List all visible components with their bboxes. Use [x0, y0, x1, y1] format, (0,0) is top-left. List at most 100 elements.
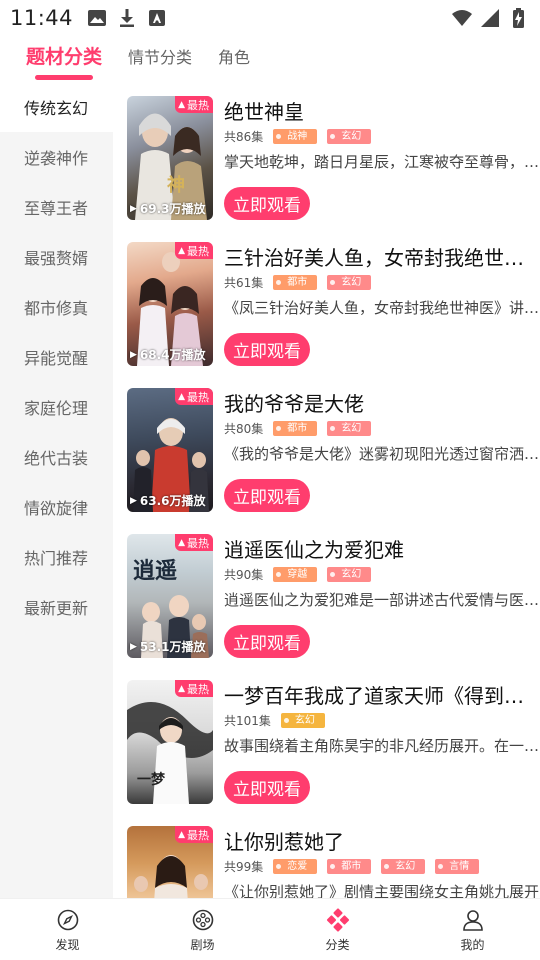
- sidebar-item-superpower-awakening[interactable]: 异能觉醒: [0, 332, 113, 382]
- play-count-label: 53.1万播放: [139, 640, 206, 654]
- drama-poster[interactable]: ▲ 最热 ▶ 63.6万播放: [127, 388, 213, 512]
- nav-category[interactable]: 分类: [270, 899, 405, 960]
- tab-plot-category[interactable]: 情节分类: [128, 36, 192, 82]
- drama-card[interactable]: ▲ 最热 让你别惹她了 共99集 恋爱 都市 玄幻 言情 《让你别惹她了》剧情主要…: [127, 826, 540, 898]
- hot-badge-label: 最热: [187, 390, 209, 404]
- watch-now-button[interactable]: 立即观看: [224, 625, 310, 658]
- genre-tag: 玄幻: [327, 420, 372, 436]
- nav-label: 我的: [460, 937, 485, 952]
- hot-badge-label: 最热: [187, 682, 209, 696]
- status-bar: 11:44: [0, 0, 540, 36]
- hot-badge: ▲ 最热: [175, 680, 213, 697]
- genre-tag: 玄幻: [327, 566, 372, 582]
- drama-card[interactable]: 逍遥 ▲ 最热 ▶ 53.1万播放 逍遥医仙之为爱犯难 共90集 穿越 玄幻 逍遥医…: [127, 534, 540, 660]
- flame-icon: ▲: [178, 391, 185, 402]
- play-count-label: 68.4万播放: [139, 348, 206, 362]
- drama-poster[interactable]: ▲ 最热: [127, 826, 213, 898]
- sidebar-item-latest-updates[interactable]: 最新更新: [0, 582, 113, 632]
- episode-count: 共80集: [224, 421, 264, 436]
- category-icon: [325, 907, 351, 933]
- drama-poster[interactable]: 一梦 ▲ 最热: [127, 680, 213, 804]
- flame-icon: ▲: [178, 829, 185, 840]
- genre-tag: 言情: [435, 858, 480, 874]
- bottom-nav: 发现 剧场 分类 我的: [0, 898, 540, 960]
- genre-sidebar: 传统玄幻 逆袭神作 至尊王者 最强赘婿 都市修真 异能觉醒 家庭伦理 绝代古装 …: [0, 82, 113, 898]
- drama-card[interactable]: ▲ 最热 ▶ 63.6万播放 我的爷爷是大佬 共80集 都市 玄幻 《我的爷爷是大佬…: [127, 388, 540, 514]
- signal-icon: [480, 8, 500, 28]
- poster-image: 一梦: [127, 680, 213, 804]
- drama-meta: 共90集 穿越 玄幻: [224, 565, 372, 583]
- nav-label: 剧场: [190, 937, 215, 952]
- play-count-label: 63.6万播放: [139, 494, 206, 508]
- status-notification-icons: [87, 8, 167, 28]
- flame-icon: ▲: [178, 245, 185, 256]
- play-icon: ▶: [130, 349, 137, 360]
- hot-badge-label: 最热: [187, 244, 209, 258]
- sidebar-item-hot-picks[interactable]: 热门推荐: [0, 532, 113, 582]
- nav-discover[interactable]: 发现: [0, 899, 135, 960]
- hot-badge-label: 最热: [187, 98, 209, 112]
- sidebar-item-ancient-costume[interactable]: 绝代古装: [0, 432, 113, 482]
- watch-now-button[interactable]: 立即观看: [224, 479, 310, 512]
- drama-card[interactable]: 一梦 ▲最热 一梦百年我成了道家天师《得到道家天师》 共101集 玄幻 故事围绕…: [127, 680, 540, 806]
- tab-character[interactable]: 角色: [218, 36, 250, 82]
- episode-count: 共90集: [224, 567, 264, 582]
- genre-tag: 玄幻: [327, 274, 372, 290]
- sidebar-item-traditional-fantasy[interactable]: 传统玄幻: [0, 82, 113, 132]
- wifi-icon: [452, 8, 472, 28]
- play-icon: ▶: [130, 495, 137, 506]
- hot-badge: ▲ 最热: [175, 242, 213, 259]
- sidebar-item-urban-cultivation[interactable]: 都市修真: [0, 282, 113, 332]
- play-count: ▶ 68.4万播放: [130, 346, 206, 363]
- drama-card[interactable]: 神 ▲ 最热 ▶ 69.3万播放 绝世神皇 共86集 战神 玄幻 掌天地乾坤，踏日月…: [127, 96, 540, 222]
- sidebar-item-supreme-king[interactable]: 至尊王者: [0, 182, 113, 232]
- flame-icon: ▲: [178, 683, 185, 694]
- drama-poster[interactable]: ▲ 最热 ▶ 68.4万播放: [127, 242, 213, 366]
- play-count: ▶ 63.6万播放: [130, 492, 206, 509]
- drama-description: 故事围绕着主角陈昊宇的非凡经历展开。在一次意外中: [224, 737, 540, 755]
- drama-description: 掌天地乾坤，踏日月星辰，江寒被夺至尊骨，惨遭灭门: [224, 153, 540, 171]
- play-icon: ▶: [130, 203, 137, 214]
- play-count: ▶ 69.3万播放: [130, 200, 206, 217]
- sidebar-item-strongest-son-in-law[interactable]: 最强赘婿: [0, 232, 113, 282]
- sidebar-item-comeback[interactable]: 逆袭神作: [0, 132, 113, 182]
- episode-count: 共86集: [224, 129, 264, 144]
- drama-poster[interactable]: 逍遥 ▲ 最热 ▶ 53.1万播放: [127, 534, 213, 658]
- drama-title[interactable]: 一梦百年我成了道家天师《得到道家天师》: [224, 680, 540, 709]
- nav-theater[interactable]: 剧场: [135, 899, 270, 960]
- hot-badge: ▲ 最热: [175, 96, 213, 113]
- download-notification-icon: [117, 8, 137, 28]
- watch-now-button[interactable]: 立即观看: [224, 333, 310, 366]
- status-system-icons: [452, 8, 528, 28]
- drama-meta: 共99集 恋爱 都市 玄幻 言情: [224, 857, 480, 875]
- sidebar-item-desire-melody[interactable]: 情欲旋律: [0, 482, 113, 532]
- drama-card[interactable]: ▲ 最热 ▶ 68.4万播放 三针治好美人鱼，女帝封我绝世神医 共61集 都市 玄幻…: [127, 242, 540, 368]
- genre-tag: 都市: [273, 274, 318, 290]
- episode-count: 共99集: [224, 859, 264, 874]
- drama-poster[interactable]: 神 ▲ 最热 ▶ 69.3万播放: [127, 96, 213, 220]
- genre-tag: 玄幻: [381, 858, 426, 874]
- watch-now-button[interactable]: 立即观看: [224, 771, 310, 804]
- play-icon: ▶: [130, 641, 137, 652]
- compass-icon: [55, 907, 81, 933]
- drama-title[interactable]: 我的爷爷是大佬: [224, 388, 540, 417]
- drama-meta: 共61集 都市 玄幻: [224, 273, 372, 291]
- drama-title[interactable]: 逍遥医仙之为爱犯难: [224, 534, 540, 563]
- watch-now-button[interactable]: 立即观看: [224, 187, 310, 220]
- profile-icon: [460, 907, 486, 933]
- flame-icon: ▲: [178, 99, 185, 110]
- drama-description: 《我的爷爷是大佬》迷雾初现阳光透过窗帘洒进房间: [224, 445, 540, 463]
- drama-description: 《凤三针治好美人鱼，女帝封我绝世神医》讲述了: [224, 299, 540, 317]
- genre-tag: 战神: [273, 128, 318, 144]
- play-count-label: 69.3万播放: [139, 202, 206, 216]
- tab-theme-category[interactable]: 题材分类: [26, 36, 102, 82]
- sidebar-item-family-ethics[interactable]: 家庭伦理: [0, 382, 113, 432]
- drama-title[interactable]: 让你别惹她了: [224, 826, 540, 855]
- episode-count: 共61集: [224, 275, 264, 290]
- hot-badge: ▲ 最热: [175, 826, 213, 843]
- drama-title[interactable]: 三针治好美人鱼，女帝封我绝世神医: [224, 242, 540, 271]
- nav-profile[interactable]: 我的: [405, 899, 540, 960]
- film-reel-icon: [190, 907, 216, 933]
- drama-meta: 共101集 玄幻: [224, 711, 325, 729]
- drama-title[interactable]: 绝世神皇: [224, 96, 540, 125]
